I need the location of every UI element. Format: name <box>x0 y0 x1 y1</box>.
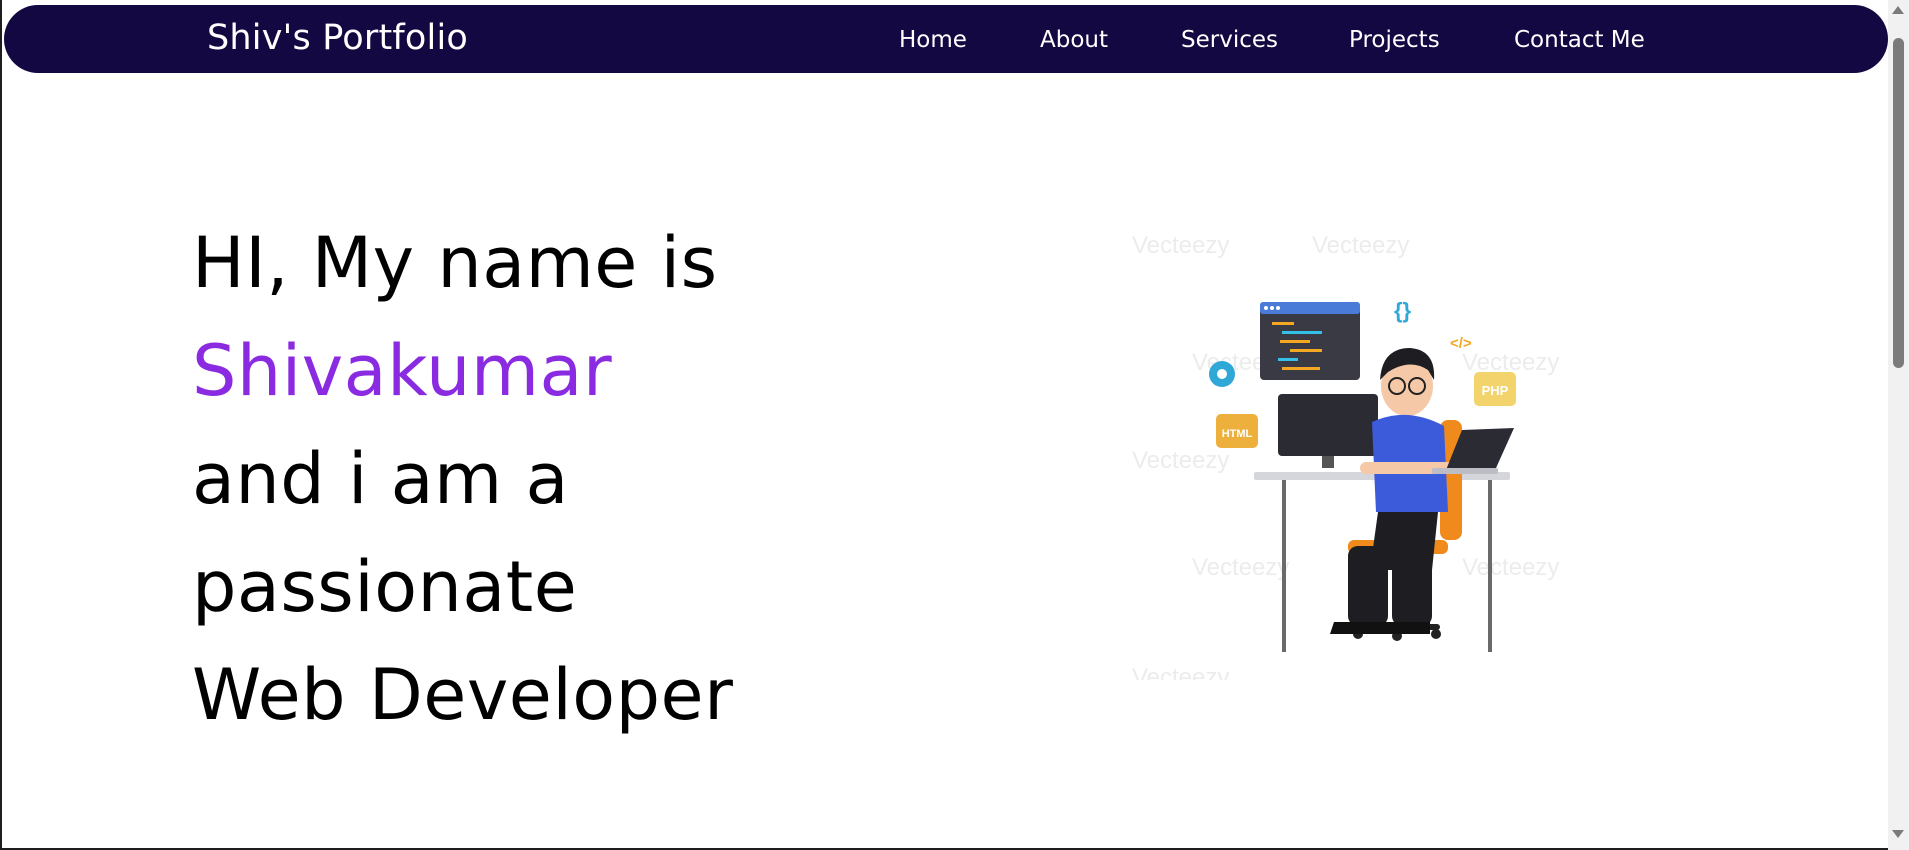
watermark-text: Vecteezy <box>1132 664 1229 680</box>
brand-logo-text[interactable]: Shiv's Portfolio <box>207 18 468 58</box>
scrollbar-thumb[interactable] <box>1893 38 1904 368</box>
nav-link-home[interactable]: Home <box>899 27 967 53</box>
code-window-icon <box>1260 302 1360 380</box>
monitor-icon <box>1278 394 1378 468</box>
nav-link-about[interactable]: About <box>1040 27 1108 53</box>
watermark-text: Vecteezy <box>1462 349 1559 376</box>
watermark-text: Vecteezy <box>1462 554 1559 581</box>
php-tag-icon: PHP <box>1474 372 1516 406</box>
hero-name: Shivakumar <box>192 330 613 412</box>
developer-illustration: Vecteezy Vecteezy Vecteezy Vecteezy Vect… <box>1132 232 1559 680</box>
svg-text:HTML: HTML <box>1222 428 1253 440</box>
gear-icon <box>1209 361 1235 387</box>
code-tag-icon: </> <box>1450 335 1472 352</box>
watermark-text: Vecteezy <box>1132 447 1229 474</box>
person-figure <box>1330 348 1456 634</box>
page-viewport: Shiv's Portfolio Home About Services Pro… <box>0 0 1888 850</box>
svg-text:PHP: PHP <box>1482 383 1509 398</box>
hero-line-passion: passionate <box>192 546 578 628</box>
nav-link-contact[interactable]: Contact Me <box>1514 27 1645 53</box>
vertical-scrollbar[interactable] <box>1888 0 1909 850</box>
scroll-down-arrow-icon[interactable] <box>1892 830 1904 838</box>
navbar: Shiv's Portfolio Home About Services Pro… <box>4 5 1888 73</box>
watermark-text: Vecteezy <box>1192 554 1289 581</box>
watermark-text: Vecteezy <box>1312 232 1409 259</box>
hero-line-intro: and i am a <box>192 438 569 520</box>
hero-greeting: HI, My name is <box>192 222 718 304</box>
hero-title-role: Web Developer <box>192 654 734 736</box>
scroll-up-arrow-icon[interactable] <box>1892 6 1904 14</box>
watermark-text: Vecteezy <box>1132 232 1229 259</box>
html-tag-icon: HTML <box>1216 414 1258 448</box>
curly-braces-icon: {} <box>1394 298 1412 323</box>
nav-link-services[interactable]: Services <box>1181 27 1278 53</box>
nav-link-projects[interactable]: Projects <box>1349 27 1440 53</box>
